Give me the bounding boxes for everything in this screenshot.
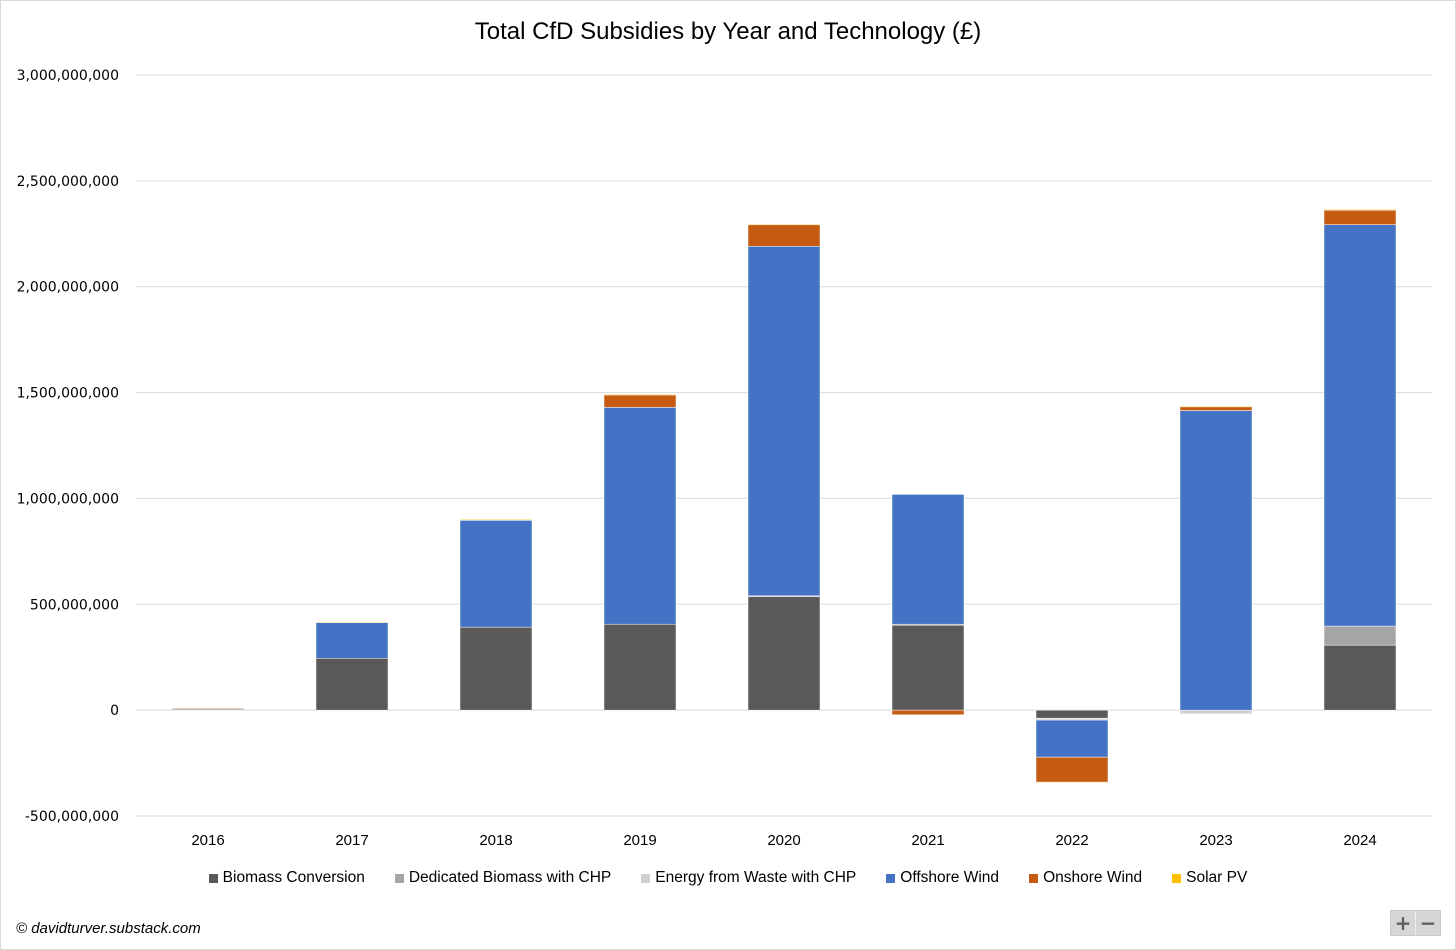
- x-tick-label: 2017: [335, 832, 368, 849]
- credit-text: © davidturver.substack.com: [16, 920, 201, 937]
- legend-item: Offshore Wind: [886, 869, 999, 887]
- legend-swatch: [208, 873, 218, 883]
- zoom-controls: + −: [1390, 910, 1441, 936]
- legend-swatch: [1029, 873, 1039, 883]
- bar-segment-biomass-conversion: [459, 626, 533, 711]
- bar-stack-2023: [1179, 405, 1253, 715]
- bar-segment-solar-pv: [747, 223, 821, 226]
- bar-segment-offshore-wind: [459, 519, 533, 628]
- x-tick-label: 2022: [1055, 832, 1088, 849]
- bar-segment-biomass-conversion: [891, 624, 965, 711]
- legend-item: Solar PV: [1172, 869, 1247, 887]
- y-tick-label: 2,000,000,000: [17, 280, 119, 296]
- legend-label: Solar PV: [1186, 869, 1248, 886]
- bar-stack-2021: [891, 494, 965, 716]
- bar-stack-2022: [1035, 709, 1109, 784]
- bar-stack-2024: [1323, 209, 1397, 711]
- bar-segment-solar-pv: [603, 394, 677, 396]
- zoom-out-button[interactable]: −: [1415, 911, 1440, 935]
- bar-segment-offshore-wind: [891, 494, 965, 625]
- y-axis-tick-labels: -500,000,000 0 500,000,000 1,000,000,000 1,5…: [17, 68, 119, 825]
- bar-segment-biomass-conversion: [315, 658, 389, 711]
- bar-segment-offshore-wind: [747, 246, 821, 597]
- bar-segment-solar-pv: [1035, 781, 1109, 784]
- x-tick-label: 2021: [911, 832, 944, 849]
- legend-item: Dedicated Biomass with CHP: [394, 869, 612, 887]
- bar-segment-onshore-wind: [1035, 756, 1109, 783]
- y-tick-label: 2,500,000,000: [17, 174, 119, 190]
- bar-segment-solar-pv: [315, 621, 389, 623]
- x-tick-label: 2023: [1199, 832, 1232, 849]
- bar-segment-biomass-conversion: [1035, 709, 1109, 719]
- bar-stack-2019: [603, 394, 677, 711]
- bar-segment-biomass-conversion: [747, 595, 821, 711]
- bar-segment-solar-pv: [459, 519, 533, 521]
- legend-swatch: [641, 873, 651, 883]
- y-tick-label: 1,000,000,000: [17, 491, 119, 507]
- x-tick-label: 2018: [479, 832, 512, 849]
- y-tick-label: 3,000,000,000: [17, 68, 119, 84]
- legend-item: Biomass Conversion: [208, 869, 365, 887]
- bar-segment-onshore-wind: [891, 709, 965, 716]
- bar-segment-onshore-wind: [603, 394, 677, 408]
- bar-segment-offshore-wind: [1323, 224, 1397, 627]
- legend-label: Dedicated Biomass with CHP: [408, 869, 612, 886]
- bar-stack-2020: [747, 223, 821, 711]
- zoom-in-button[interactable]: +: [1391, 911, 1415, 935]
- bar-segment-offshore-wind: [1179, 410, 1253, 711]
- x-axis-tick-labels: 2016 2017 2018 2019 2020 2021 2022 2023 2024: [191, 832, 1376, 849]
- bar-segment-energy-from-waste-with-chp: [1035, 717, 1109, 721]
- bar-segment-onshore-wind: [747, 224, 821, 247]
- bar-segment-biomass-conversion: [1323, 644, 1397, 711]
- chart-plot-area: -500,000,000 0 500,000,000 1,000,000,000 1,5…: [17, 68, 1432, 849]
- bar-segment-solar-pv: [1179, 405, 1253, 408]
- x-tick-label: 2020: [767, 832, 800, 849]
- x-tick-label: 2024: [1343, 832, 1376, 849]
- legend-swatch: [1172, 873, 1182, 883]
- bar-segment-offshore-wind: [1035, 719, 1109, 758]
- legend-swatch: [394, 873, 404, 883]
- bar-segment-solar-pv: [1323, 209, 1397, 211]
- bar-segment-onshore-wind: [171, 708, 245, 710]
- bar-stack-2018: [459, 519, 533, 711]
- bars: [171, 209, 1397, 784]
- y-tick-label: -500,000,000: [25, 809, 119, 825]
- bar-segment-dedicated-biomass-with-chp: [1323, 625, 1397, 646]
- legend-item: Energy from Waste with CHP: [641, 869, 856, 887]
- legend: Biomass Conversion Dedicated Biomass with…: [0, 869, 1456, 887]
- y-tick-label: 500,000,000: [30, 597, 119, 613]
- legend-swatch: [886, 873, 896, 883]
- bar-segment-offshore-wind: [315, 622, 389, 659]
- bar-stack-2017: [315, 621, 389, 711]
- x-tick-label: 2019: [623, 832, 656, 849]
- bar-segment-biomass-conversion: [603, 623, 677, 711]
- bar-segment-offshore-wind: [603, 407, 677, 625]
- bar-segment-energy-from-waste-with-chp: [1179, 709, 1253, 715]
- y-tick-label: 0: [110, 703, 119, 719]
- legend-label: Biomass Conversion: [222, 869, 365, 886]
- y-tick-label: 1,500,000,000: [17, 386, 119, 402]
- bar-stack-2016: [171, 708, 245, 711]
- x-tick-label: 2016: [191, 832, 224, 849]
- legend-label: Energy from Waste with CHP: [655, 869, 857, 886]
- bar-segment-onshore-wind: [1323, 209, 1397, 225]
- legend-label: Offshore Wind: [900, 869, 1000, 886]
- legend-item: Onshore Wind: [1029, 869, 1142, 887]
- legend-label: Onshore Wind: [1043, 869, 1143, 886]
